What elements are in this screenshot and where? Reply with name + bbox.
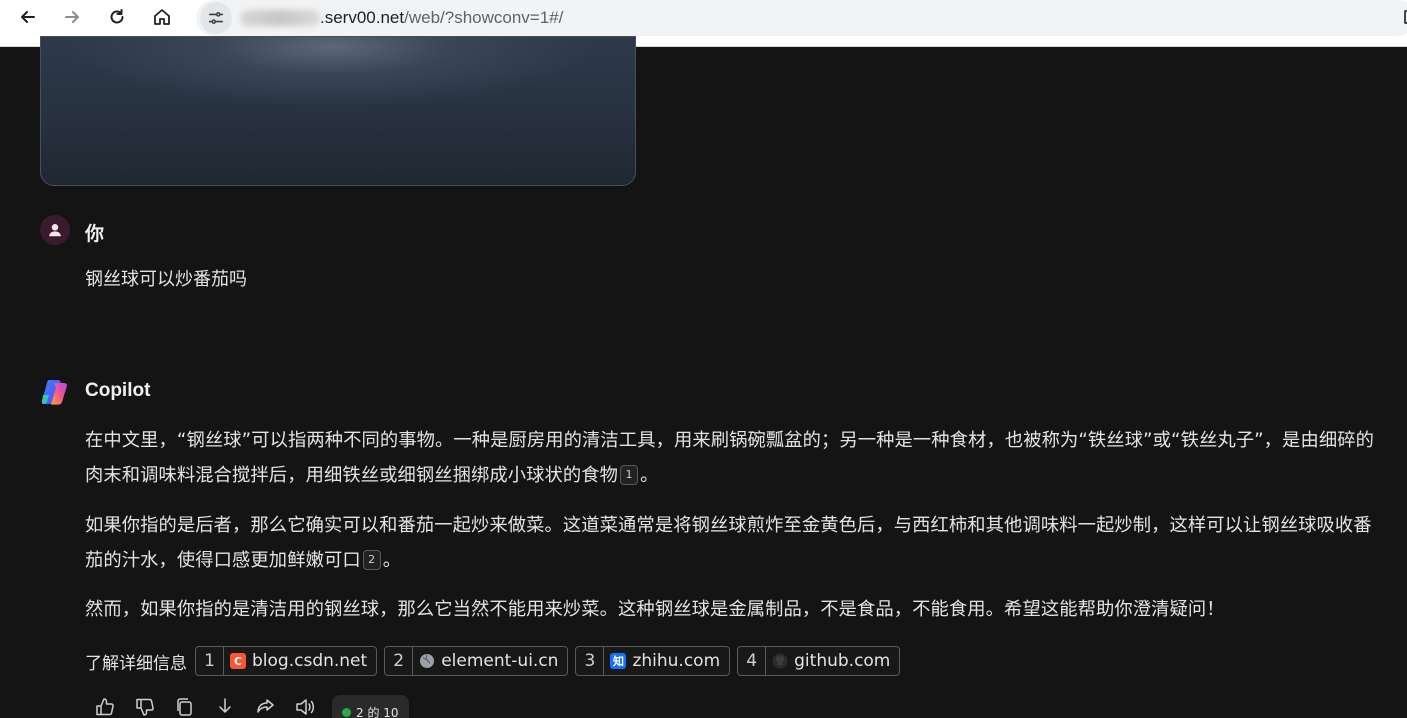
thumbs-down-icon	[136, 698, 154, 716]
citation-marker[interactable]: 1	[620, 465, 639, 485]
answer-paragraph-1: 在中文里，“钢丝球”可以指两种不同的事物。一种是厨房用的清洁工具，用来刷锅碗瓢盆…	[85, 423, 1390, 493]
user-sender-name: 你	[85, 224, 105, 245]
tune-icon	[208, 12, 224, 24]
response-action-bar: 2 的 10	[94, 694, 409, 718]
read-aloud-button[interactable]	[294, 694, 334, 718]
paragraph-text: 在中文里，“钢丝球”可以指两种不同的事物。一种是厨房用的清洁工具，用来刷锅碗瓢盆…	[85, 430, 1374, 486]
source-chip[interactable]: 2 element-ui.cn	[384, 646, 569, 676]
status-dot	[342, 707, 351, 717]
source-site: element-ui.cn	[441, 651, 559, 671]
share-button[interactable]	[254, 694, 294, 718]
site-info-button[interactable]	[200, 2, 232, 34]
source-chip[interactable]: 1 C blog.csdn.net	[195, 646, 378, 676]
home-icon	[154, 9, 170, 25]
reload-icon	[110, 9, 124, 24]
github-icon	[772, 653, 788, 669]
copy-button[interactable]	[174, 694, 214, 718]
source-chip[interactable]: 4 github.com	[737, 646, 901, 676]
generated-image-card[interactable]	[40, 36, 636, 186]
source-number: 2	[385, 647, 414, 675]
source-site: github.com	[794, 651, 891, 671]
back-button[interactable]	[13, 2, 43, 32]
user-avatar	[40, 215, 70, 245]
answer-paragraph-3: 然而，如果你指的是清洁用的钢丝球，那么它当然不能用来炒菜。这种钢丝球是金属制品，…	[85, 592, 1390, 627]
assistant-sender-name: Copilot	[85, 380, 151, 401]
sources-label: 了解详细信息	[85, 653, 187, 674]
like-button[interactable]	[94, 694, 134, 718]
source-site: zhihu.com	[632, 651, 721, 671]
csdn-icon: C	[230, 653, 246, 669]
source-site: blog.csdn.net	[252, 651, 368, 671]
zhihu-icon: 知	[610, 653, 627, 669]
arrow-left-icon	[21, 11, 35, 23]
redacted-subdomain	[240, 10, 320, 26]
url-path: /web/?showconv=1#/	[404, 8, 564, 27]
source-chip[interactable]: 3 知 zhihu.com	[575, 646, 731, 676]
source-number: 3	[576, 647, 605, 675]
globe-icon	[419, 653, 435, 669]
arrow-right-icon	[65, 11, 79, 23]
copilot-logo-icon	[41, 380, 67, 405]
home-button[interactable]	[147, 2, 177, 32]
answer-paragraph-2: 如果你指的是后者，那么它确实可以和番茄一起炒来做菜。这道菜通常是将钢丝球煎炸至金…	[85, 508, 1390, 578]
copy-icon	[177, 698, 192, 716]
paragraph-text: 如果你指的是后者，那么它确实可以和番茄一起炒来做菜。这道菜通常是将钢丝球煎炸至金…	[85, 515, 1372, 571]
source-number: 1	[196, 647, 224, 675]
sources-bar: 了解详细信息 1 C blog.csdn.net 2 element-ui.cn…	[85, 646, 907, 676]
user-message-text: 钢丝球可以炒番茄吗	[85, 269, 247, 290]
response-page-indicator: 2 的 10	[332, 695, 409, 718]
paragraph-text: 然而，如果你指的是清洁用的钢丝球，那么它当然不能用来炒菜。这种钢丝球是金属制品，…	[85, 599, 1225, 620]
address-bar[interactable]: .serv00.net/web/?showconv=1#/	[196, 0, 1407, 36]
page-indicator-text: 2 的 10	[356, 705, 399, 718]
reload-button[interactable]	[102, 2, 132, 32]
person-icon	[49, 224, 61, 237]
download-icon	[219, 698, 231, 713]
export-button[interactable]	[214, 694, 254, 718]
speaker-icon	[296, 699, 315, 715]
citation-marker[interactable]: 2	[362, 550, 381, 570]
share-icon	[257, 699, 274, 713]
dislike-button[interactable]	[134, 694, 174, 718]
paragraph-end: 。	[382, 550, 402, 571]
thumbs-up-icon	[96, 698, 114, 716]
forward-button[interactable]	[57, 2, 87, 32]
paragraph-end: 。	[640, 465, 659, 486]
source-number: 4	[738, 647, 767, 675]
url-host: .serv00.net	[320, 8, 405, 27]
